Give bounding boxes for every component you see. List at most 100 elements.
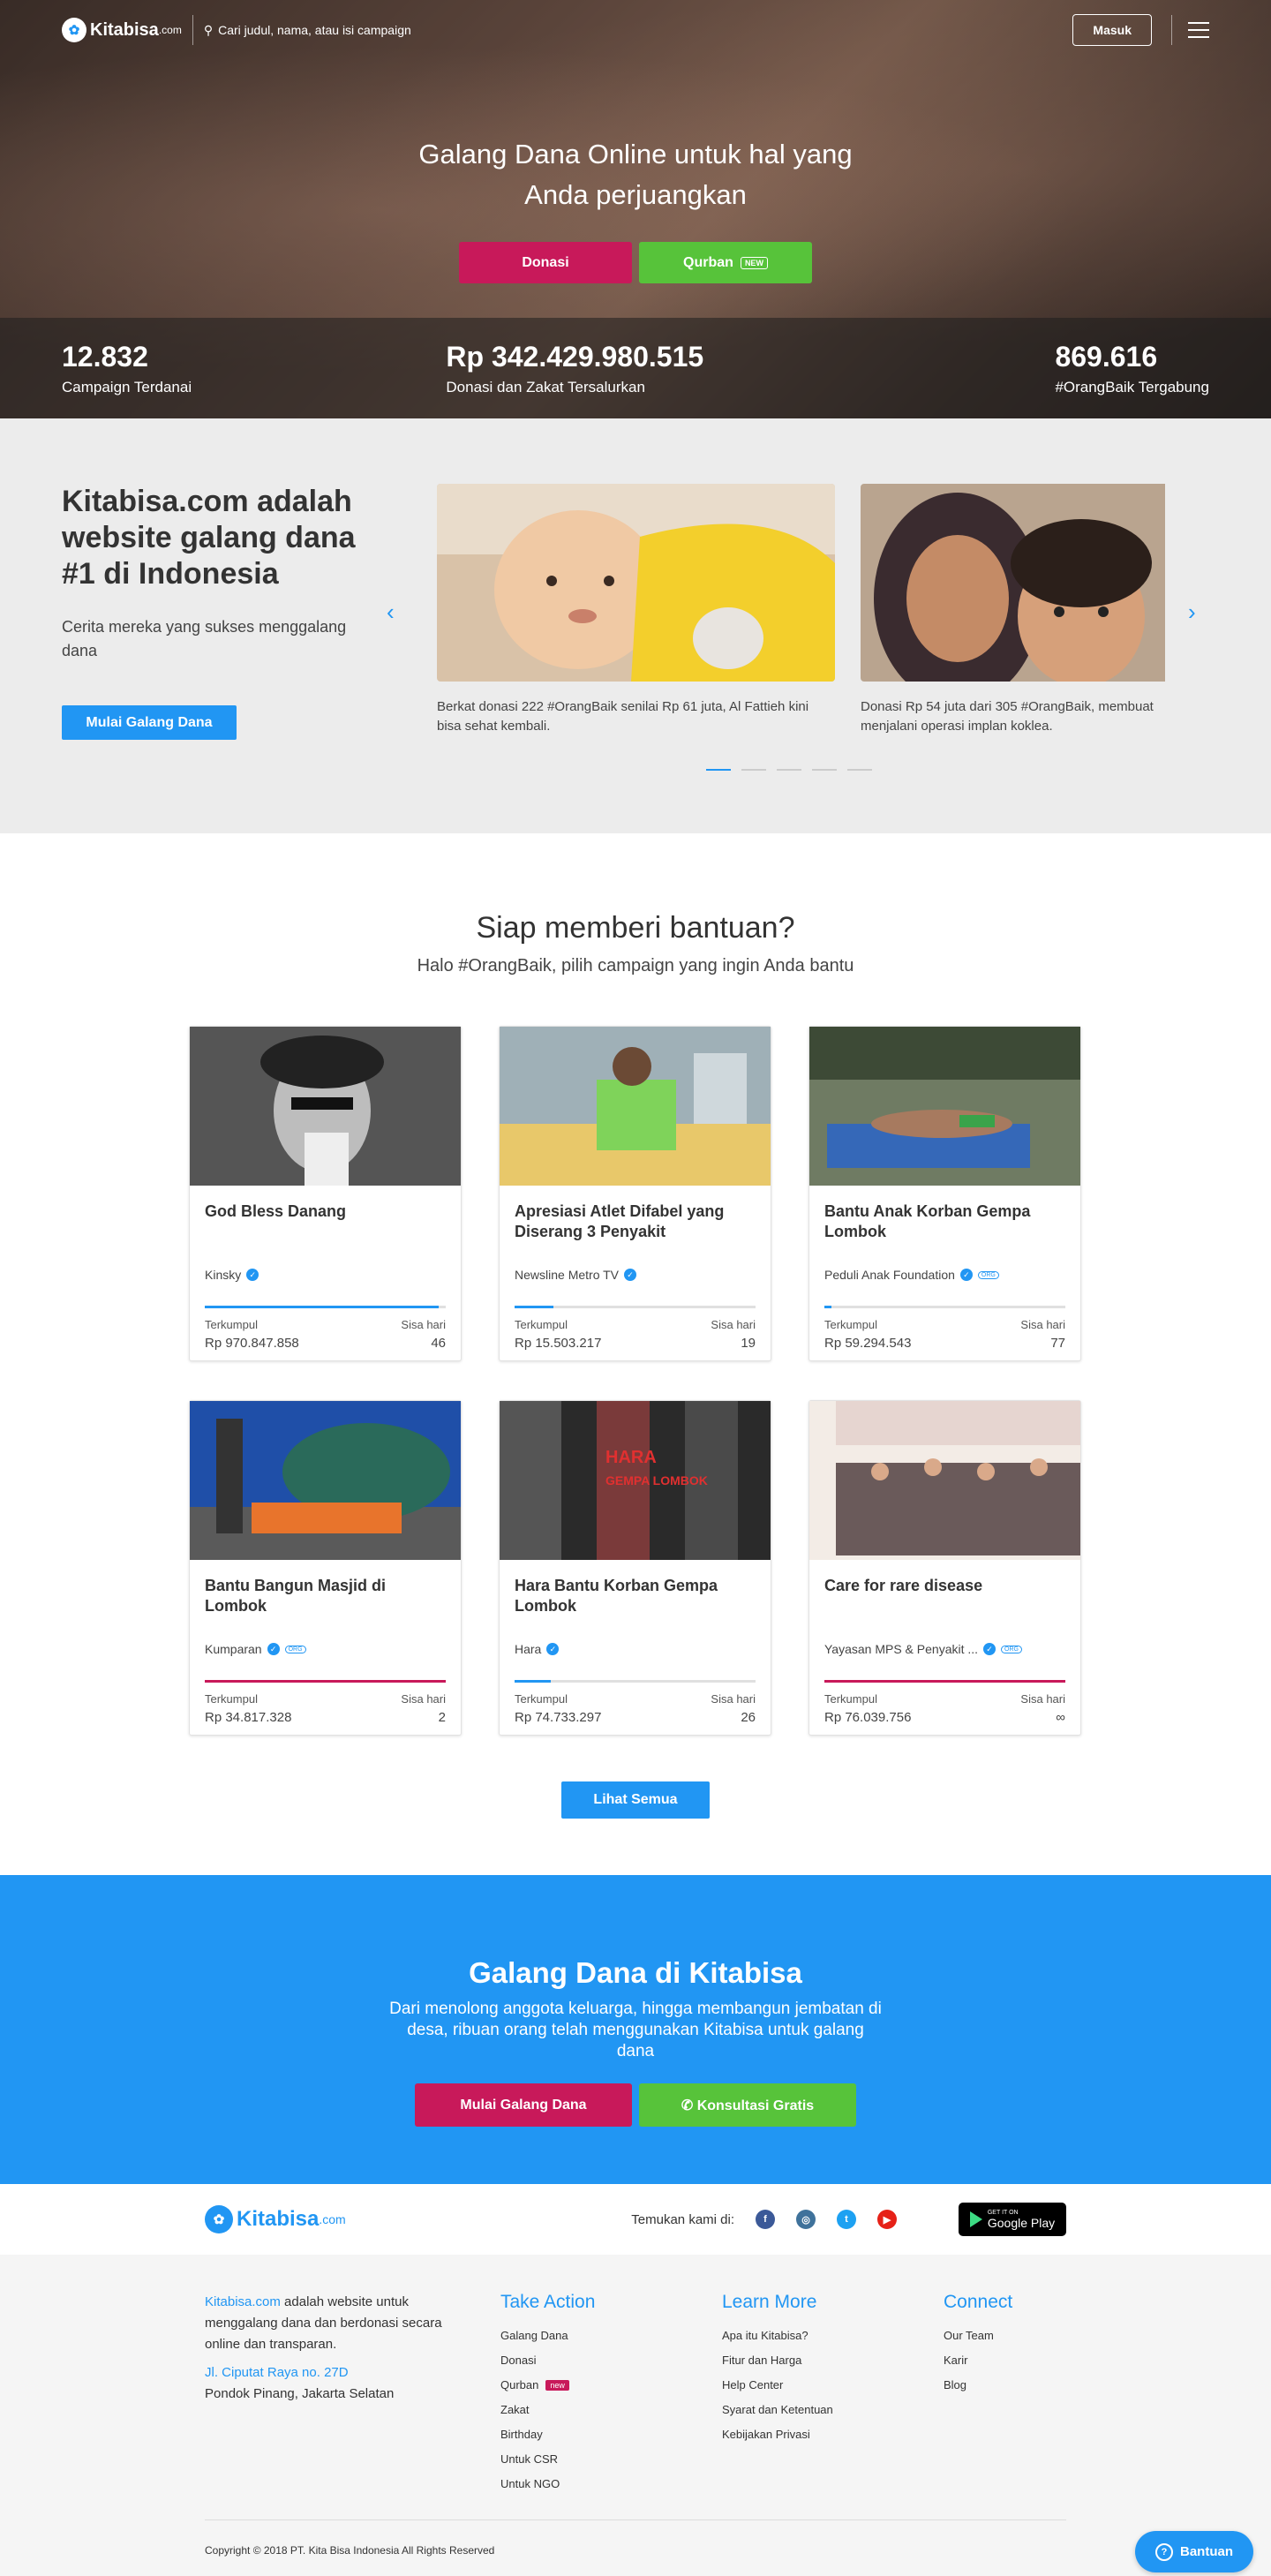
campaign-image [809,1401,1080,1560]
instagram-icon[interactable]: ◎ [796,2210,816,2229]
organizer-name: Peduli Anak Foundation [824,1268,955,1282]
donasi-button[interactable]: Donasi [459,242,632,283]
top-navigation: ✿Kitabisa.com ⚲ Masuk [0,0,1271,60]
address-link[interactable]: Jl. Ciputat Raya no. 27D [205,2362,461,2384]
carousel-dot[interactable] [741,769,766,771]
campaign-card[interactable]: Apresiasi Atlet Difabel yang Diserang 3 … [499,1026,771,1361]
youtube-icon[interactable]: ▶ [877,2210,897,2229]
campaign-meta: Terkumpul Rp 34.817.328 Sisa hari 2 [205,1692,446,1725]
footer-link[interactable]: Apa itu Kitabisa? [722,2329,833,2342]
search-icon: ⚲ [203,22,214,37]
kitabisa-logo[interactable]: ✿ Kitabisa .com [205,2205,346,2233]
cta-title: Galang Dana di Kitabisa [469,1956,802,1989]
footer-link[interactable]: Donasi [500,2354,595,2367]
footer-link[interactable]: Galang Dana [500,2329,595,2342]
start-fundraising-button[interactable]: Mulai Galang Dana [62,705,237,740]
footer-link[interactable]: Blog [944,2378,1012,2391]
collected-amount: Rp 76.039.756 [824,1710,912,1725]
footer-take-action: Take Action Galang Dana Donasi Qurban new Za… [500,2292,595,2502]
footer-link[interactable]: Qurban new [500,2378,595,2391]
campaign-card[interactable]: HARA GEMPA LOMBOK Hara Bantu Korban Gempa… [499,1400,771,1736]
campaign-card[interactable]: Care for rare disease Yayasan MPS & Peny… [808,1400,1081,1736]
help-button[interactable]: ? Bantuan [1135,2531,1253,2572]
footer-link-label: Apa itu Kitabisa? [722,2329,808,2342]
twitter-icon[interactable]: t [837,2210,856,2229]
campaign-card[interactable]: Bantu Anak Korban Gempa Lombok Peduli An… [808,1026,1081,1361]
hero-title: Galang Dana Online untuk hal yang Anda pe… [0,134,1271,215]
organizer-name: Hara [515,1642,542,1656]
footer-link[interactable]: Karir [944,2354,1012,2367]
facebook-icon[interactable]: f [756,2210,775,2229]
campaign-card[interactable]: God Bless Danang Kinsky ✓ Terkumpul Rp 970… [189,1026,462,1361]
campaign-card[interactable]: Bantu Bangun Masjid di Lombok Kumparan ✓ O… [189,1400,462,1736]
story-slide[interactable]: Donasi Rp 54 juta dari 305 #OrangBaik, m… [861,484,1165,736]
google-play-badge[interactable]: GET IT ON Google Play [959,2203,1066,2236]
campaign-title: Apresiasi Atlet Difabel yang Diserang 3 … [515,1202,725,1240]
learn-more-list: Apa itu Kitabisa? Fitur dan Harga Help Cen… [722,2329,833,2441]
search-input[interactable] [218,23,501,37]
story-image [861,484,1165,682]
footer-link[interactable]: Kebijakan Privasi [722,2428,833,2441]
footer-link[interactable]: Zakat [500,2403,595,2416]
divider [1171,15,1172,45]
campaign-meta: Terkumpul Rp 970.847.858 Sisa hari 46 [205,1318,446,1351]
kitabisa-logo[interactable]: ✿ Kitabisa .com [62,18,182,42]
footer-link[interactable]: Syarat dan Ketentuan [722,2403,833,2416]
hero-buttons: Donasi Qurban NEW [0,242,1271,283]
footer: Kitabisa.com adalah website untuk mengga… [0,2255,1271,2576]
svg-text:GEMPA LOMBOK: GEMPA LOMBOK [605,1473,708,1488]
days-left: 77 [1050,1336,1065,1351]
footer-link[interactable]: Help Center [722,2378,833,2391]
collected-amount: Rp 59.294.543 [824,1336,912,1351]
hamburger-menu-icon[interactable] [1188,22,1209,38]
help-label: Bantuan [1180,2544,1233,2559]
campaign-image [190,1027,461,1186]
story-slide[interactable]: Berkat donasi 222 #OrangBaik senilai Rp … [437,484,835,736]
campaign-organizer: Peduli Anak Foundation ✓ ORG [824,1268,999,1282]
about-link[interactable]: Kitabisa.com [205,2294,281,2309]
carousel-dot[interactable] [812,769,837,771]
start-fundraising-button[interactable]: Mulai Galang Dana [415,2083,632,2127]
hero-section: ✿Kitabisa.com ⚲ Masuk Galang Dana Online… [0,0,1271,418]
story-caption: Donasi Rp 54 juta dari 305 #OrangBaik, m… [861,699,1154,734]
footer-link[interactable]: Untuk CSR [500,2452,595,2466]
footer-link[interactable]: Untuk NGO [500,2477,595,2490]
footer-link-label: Karir [944,2354,968,2367]
stat-campaigns: 12.832 Campaign Terdanai [62,341,192,396]
progress-bar [824,1306,1065,1308]
qurban-button[interactable]: Qurban NEW [639,242,812,283]
chevron-left-icon[interactable]: ‹ [387,599,395,626]
footer-link-label: Qurban [500,2378,539,2391]
see-all-button[interactable]: Lihat Semua [561,1781,710,1819]
story-title: Kitabisa.com adalah website galang dana … [62,485,356,591]
footer-link-label: Donasi [500,2354,537,2367]
campaign-organizer: Yayasan MPS & Penyakit ... ✓ ORG [824,1642,1022,1656]
footer-learn-more: Learn More Apa itu Kitabisa? Fitur dan Ha… [722,2292,833,2452]
campaigns-title: Siap memberi bantuan? [476,911,795,945]
carousel-dot[interactable] [706,769,731,771]
progress-bar [515,1680,756,1683]
logo-suffix: .com [319,2212,346,2226]
campaign-organizer: Hara ✓ [515,1642,560,1656]
progress-bar [205,1680,446,1683]
progress-fill [515,1306,553,1308]
login-button[interactable]: Masuk [1072,14,1152,46]
verified-icon: ✓ [624,1269,637,1281]
chevron-right-icon[interactable]: › [1188,599,1196,626]
footer-link-label: Help Center [722,2378,784,2391]
logo-icon: ✿ [205,2205,233,2233]
footer-link[interactable]: Fitur dan Harga [722,2354,833,2367]
free-consultation-button[interactable]: ✆ Konsultasi Gratis [639,2083,856,2127]
hero-title-line2: Anda perjuangkan [524,179,747,210]
organizer-name: Kinsky [205,1268,242,1282]
carousel-dot[interactable] [847,769,872,771]
footer-link-label: Fitur dan Harga [722,2354,802,2367]
footer-link[interactable]: Birthday [500,2428,595,2441]
campaign-meta: Terkumpul Rp 59.294.543 Sisa hari 77 [824,1318,1065,1351]
consult-label: Konsultasi Gratis [696,2098,815,2113]
org-badge: ORG [977,1270,999,1279]
carousel-dot[interactable] [777,769,801,771]
search-bar[interactable]: ⚲ [203,22,501,38]
footer-link[interactable]: Our Team [944,2329,1012,2342]
success-stories-section: Kitabisa.com adalah website galang dana … [0,418,1271,833]
